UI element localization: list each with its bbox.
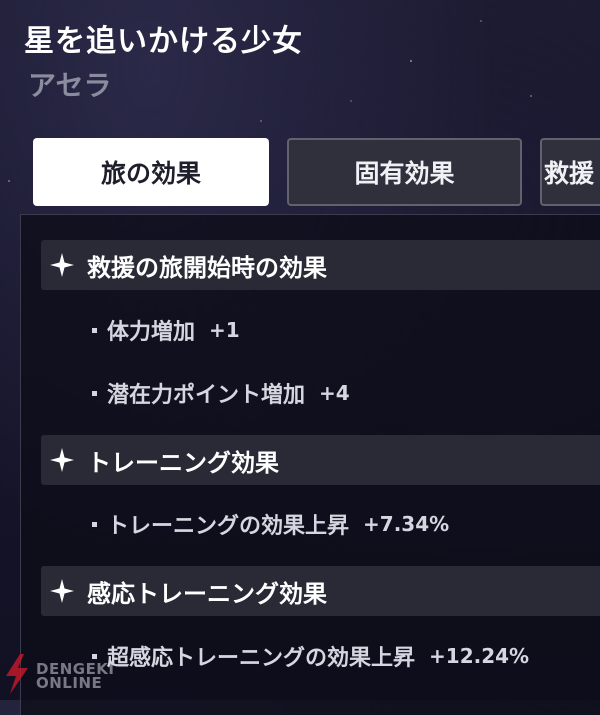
- effect-row: トレーニングの効果上昇 +7.34%: [92, 506, 449, 542]
- section-title: 救援の旅開始時の効果: [87, 253, 327, 282]
- effect-name: 潜在力ポイント増加: [107, 383, 306, 408]
- tab-journey-effect[interactable]: 旅の効果: [33, 138, 269, 206]
- effect-row: 体力増加 +1: [92, 312, 240, 348]
- bullet-icon: [92, 390, 97, 396]
- sparkle-icon: [49, 252, 75, 278]
- tab-unique-effect[interactable]: 固有効果: [287, 138, 522, 206]
- section-title: 感応トレーニング効果: [87, 579, 327, 608]
- sparkle-icon: [49, 447, 75, 473]
- sparkle-icon: [49, 578, 75, 604]
- bullet-icon: [92, 521, 97, 527]
- section-title: トレーニング効果: [87, 448, 279, 477]
- effect-name: 超感応トレーニングの効果上昇: [107, 646, 416, 671]
- section-header-resonance-training: 感応トレーニング効果: [41, 566, 600, 616]
- effect-value: +12.24%: [429, 644, 530, 668]
- effect-value: +1: [209, 318, 240, 342]
- character-title: 星を追いかける少女: [24, 24, 303, 59]
- tab-rescue[interactable]: 救援: [540, 138, 600, 206]
- bullet-icon: [92, 327, 97, 333]
- character-name: アセラ: [28, 69, 112, 102]
- effect-name: 体力増加: [107, 320, 196, 345]
- dengeki-online-logo: DENGEKI ONLINE: [2, 652, 132, 700]
- effect-name: トレーニングの効果上昇: [107, 514, 350, 539]
- section-header-training: トレーニング効果: [41, 435, 600, 485]
- effect-value: +7.34%: [363, 512, 450, 536]
- logo-line-2: ONLINE: [36, 674, 103, 692]
- effect-value: +4: [319, 381, 350, 405]
- effect-row: 超感応トレーニングの効果上昇 +12.24%: [92, 638, 529, 674]
- lightning-icon: [2, 652, 32, 700]
- effect-row: 潜在力ポイント増加 +4: [92, 375, 350, 411]
- section-header-rescue-start: 救援の旅開始時の効果: [41, 240, 600, 290]
